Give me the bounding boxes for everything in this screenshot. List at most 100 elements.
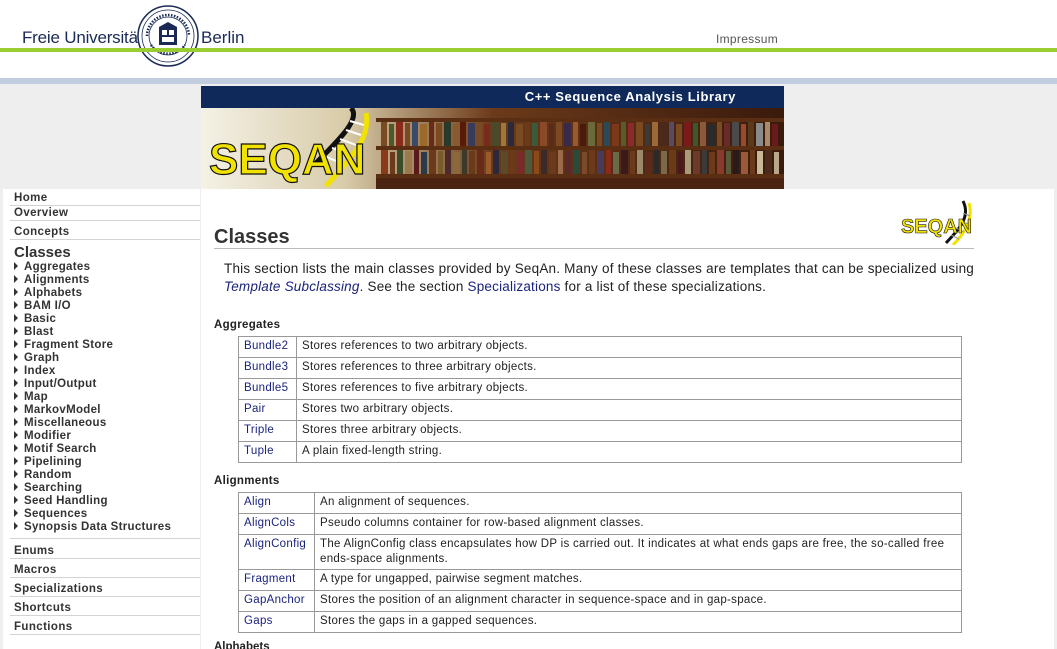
class-link[interactable]: Fragment (238, 569, 315, 591)
seqan-logo-icon: SEQAN (901, 200, 972, 245)
sidebar-item-label: Aggregates (24, 261, 91, 273)
sidebar-item-miscellaneous[interactable]: Miscellaneous (10, 417, 200, 430)
class-link[interactable]: Gaps (238, 611, 315, 633)
triangle-right-icon (14, 340, 18, 348)
template-subclassing-link[interactable]: Template Subclassing (224, 279, 360, 294)
sidebar-item-searching[interactable]: Searching (10, 482, 200, 495)
sidebar-item-label: Blast (24, 326, 54, 338)
banner-title-bar: C++ Sequence Analysis Library (201, 86, 784, 108)
triangle-right-icon (14, 405, 18, 413)
sidebar-item-label: Alignments (24, 274, 90, 286)
sidebar-item-label: MarkovModel (24, 404, 101, 416)
sidebar-item-enums[interactable]: Enums (10, 539, 200, 559)
sidebar-item-label: Motif Search (24, 443, 97, 455)
sidebar-item-label: Map (24, 391, 48, 403)
sidebar-item-fragment-store[interactable]: Fragment Store (10, 339, 200, 352)
sidebar-item-alphabets[interactable]: Alphabets (10, 287, 200, 300)
sidebar-item-label: Sequences (24, 508, 88, 520)
sidebar-item-random[interactable]: Random (10, 469, 200, 482)
sidebar-item-pipelining[interactable]: Pipelining (10, 456, 200, 469)
university-name-right: Berlin (201, 28, 245, 47)
sidebar-item-map[interactable]: Map (10, 391, 200, 404)
triangle-right-icon (14, 327, 18, 335)
triangle-right-icon (14, 392, 18, 400)
intro-paragraph: This section lists the main classes prov… (224, 260, 974, 296)
class-description: Stores the gaps in a gapped sequences. (314, 611, 962, 633)
triangle-right-icon (14, 379, 18, 387)
class-description: The AlignConfig class encapsulates how D… (314, 534, 962, 570)
class-link[interactable]: Bundle3 (238, 357, 297, 379)
sidebar-classes-title[interactable]: Classes (10, 240, 200, 261)
sidebar-item-seed-handling[interactable]: Seed Handling (10, 495, 200, 508)
class-link[interactable]: Align (238, 492, 315, 514)
triangle-right-icon (14, 301, 18, 309)
sidebar-item-label: Seed Handling (24, 495, 108, 507)
sidebar-item-macros[interactable]: Macros (10, 559, 200, 578)
class-link[interactable]: Bundle2 (238, 336, 297, 358)
class-link[interactable]: Triple (238, 420, 297, 442)
triangle-right-icon (14, 275, 18, 283)
sidebar-item-label: Graph (24, 352, 60, 364)
aggregates-table: Bundle2 Stores references to two arbitrar… (238, 336, 962, 463)
table-row: Tuple A plain fixed-length string. (238, 441, 962, 463)
section-heading-aggregates: Aggregates (214, 319, 281, 331)
sidebar-item-label: Searching (24, 482, 83, 494)
table-row: Bundle5 Stores references to five arbitra… (238, 378, 962, 400)
sidebar-item-concepts[interactable]: Concepts (10, 221, 200, 240)
class-link[interactable]: AlignCols (238, 513, 315, 535)
triangle-right-icon (14, 431, 18, 439)
sidebar-item-bam-io[interactable]: BAM I/O (10, 300, 200, 313)
specializations-link[interactable]: Specializations (468, 279, 561, 294)
sidebar-item-graph[interactable]: Graph (10, 352, 200, 365)
triangle-right-icon (14, 314, 18, 322)
class-description: Stores references to five arbitrary obje… (296, 378, 962, 400)
sidebar-item-basic[interactable]: Basic (10, 313, 200, 326)
sidebar-item-home[interactable]: Home (10, 189, 200, 206)
sidebar-item-blast[interactable]: Blast (10, 326, 200, 339)
page-title: Classes (214, 226, 290, 248)
sidebar-item-label: Pipelining (24, 456, 82, 468)
site-header: Freie Universität Berlin Impressum (0, 0, 1057, 78)
class-link[interactable]: Tuple (238, 441, 297, 463)
table-row: Fragment A type for ungapped, pairwise se… (238, 569, 962, 591)
main-content: SEQAN Classes This section lists the mai… (201, 189, 1054, 649)
section-heading-alignments: Alignments (214, 475, 280, 487)
sidebar-item-sequences[interactable]: Sequences (10, 508, 200, 521)
sidebar-item-motif-search[interactable]: Motif Search (10, 443, 200, 456)
class-description: Stores two arbitrary objects. (296, 399, 962, 421)
triangle-right-icon (14, 509, 18, 517)
sidebar-nav: Home Overview Concepts Classes Aggregate… (3, 189, 200, 649)
triangle-right-icon (14, 288, 18, 296)
sidebar-item-index[interactable]: Index (10, 365, 200, 378)
class-link[interactable]: Bundle5 (238, 378, 297, 400)
sidebar-item-synopsis-data-structures[interactable]: Synopsis Data Structures (10, 521, 200, 534)
sidebar-item-label: Alphabets (24, 287, 83, 299)
table-row: Align An alignment of sequences. (238, 492, 962, 514)
class-link[interactable]: AlignConfig (238, 534, 315, 570)
intro-text: . See the section (359, 279, 468, 294)
class-description: Stores the position of an alignment char… (314, 590, 962, 612)
sidebar-item-markovmodel[interactable]: MarkovModel (10, 404, 200, 417)
university-seal-icon[interactable] (137, 5, 199, 67)
sidebar-item-specializations[interactable]: Specializations (10, 578, 200, 597)
class-link[interactable]: GapAnchor (238, 590, 315, 612)
sidebar-item-functions[interactable]: Functions (10, 616, 200, 635)
class-description: Stores three arbitrary objects. (296, 420, 962, 442)
class-link[interactable]: Pair (238, 399, 297, 421)
triangle-right-icon (14, 418, 18, 426)
class-description: An alignment of sequences. (314, 492, 962, 514)
sidebar-item-overview[interactable]: Overview (10, 206, 200, 221)
class-description: A type for ungapped, pairwise segment ma… (314, 569, 962, 591)
impressum-link[interactable]: Impressum (716, 32, 778, 46)
sidebar-item-modifier[interactable]: Modifier (10, 430, 200, 443)
sidebar-classes-list: Aggregates Alignments Alphabets BAM I/O … (10, 261, 200, 539)
seqan-small-logo-text: SEQAN (901, 216, 972, 238)
sidebar-item-aggregates[interactable]: Aggregates (10, 261, 200, 274)
seqan-bookshelf-banner-image: SEQAN (201, 108, 784, 189)
sidebar-item-input-output[interactable]: Input/Output (10, 378, 200, 391)
sidebar-item-label: Miscellaneous (24, 417, 107, 429)
sidebar-item-label: Random (24, 469, 72, 481)
sidebar-item-shortcuts[interactable]: Shortcuts (10, 597, 200, 616)
sidebar-item-alignments[interactable]: Alignments (10, 274, 200, 287)
table-row: Bundle2 Stores references to two arbitrar… (238, 336, 962, 358)
